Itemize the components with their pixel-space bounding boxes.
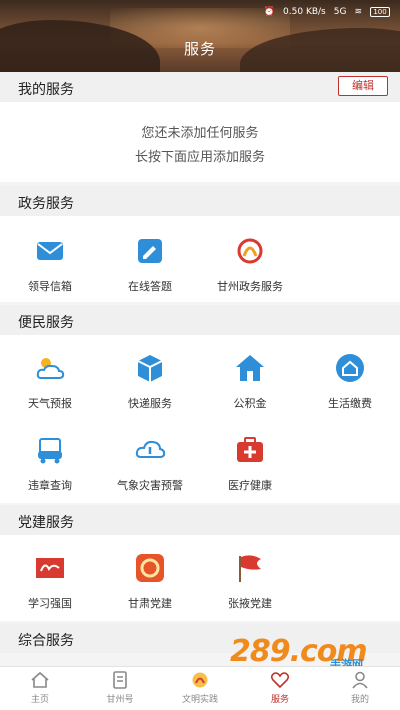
service-weather[interactable]: 天气预报 <box>0 351 100 411</box>
section-title: 党建服务 <box>18 515 74 531</box>
party-flag-icon <box>239 555 261 582</box>
life-services-header: 便民服务 <box>0 305 400 335</box>
profile-icon <box>352 671 368 689</box>
party-services-panel: 学习强国 甘肃党建 张掖党建 <box>0 535 400 621</box>
home-bill-icon <box>336 354 364 382</box>
cloud-warning-icon <box>135 440 166 458</box>
network-speed: 0.50 KB/s <box>283 7 326 17</box>
service-traffic-violation[interactable]: 违章查询 <box>0 433 100 493</box>
tab-label: 主页 <box>30 695 49 705</box>
service-medical-health[interactable]: 医疗健康 <box>200 433 300 493</box>
service-life-payment[interactable]: 生活缴费 <box>300 351 400 411</box>
tile-label: 甘肃党建 <box>128 597 172 610</box>
service-zhangye-party[interactable]: 张掖党建 <box>200 551 300 611</box>
medical-kit-icon <box>237 437 263 462</box>
tile-label: 领导信箱 <box>28 280 72 293</box>
tile-label: 在线答题 <box>128 280 172 293</box>
house-fund-icon <box>236 355 264 381</box>
page-title: 服务 <box>183 40 216 58</box>
gov-services-panel: 领导信箱 在线答题 甘州政务服务 <box>0 216 400 302</box>
service-gansu-party[interactable]: 甘肃党建 <box>100 551 200 611</box>
life-services-panel: 天气预报 快递服务 公积金 生活缴费 违章查询 气象灾害预警 医疗健康 <box>0 335 400 503</box>
tile-label: 张掖党建 <box>228 597 272 610</box>
section-title: 综合服务 <box>18 633 74 649</box>
tab-home[interactable]: 主页 <box>0 671 80 705</box>
tab-label: 我的 <box>350 695 369 705</box>
mail-icon <box>37 242 63 260</box>
tile-label: 违章查询 <box>28 479 72 492</box>
wifi-icon: ≋ <box>354 7 362 17</box>
service-express[interactable]: 快递服务 <box>100 351 200 411</box>
car-violation-icon <box>38 438 62 464</box>
tab-mine[interactable]: 我的 <box>320 671 400 705</box>
weather-icon <box>36 358 65 379</box>
tile-label: 快递服务 <box>128 397 172 410</box>
tab-services[interactable]: 服务 <box>240 671 320 705</box>
gansu-party-icon <box>136 554 164 582</box>
service-online-quiz[interactable]: 在线答题 <box>100 234 200 294</box>
home-icon <box>31 671 49 688</box>
tab-label: 文明实践 <box>181 695 218 705</box>
service-weather-warning[interactable]: 气象灾害预警 <box>100 433 200 493</box>
empty-message-line2: 长按下面应用添加服务 <box>134 150 265 165</box>
tile-label: 甘州政务服务 <box>217 280 283 293</box>
service-xuexi-qiangguo[interactable]: 学习强国 <box>0 551 100 611</box>
tile-label: 学习强国 <box>28 597 72 610</box>
bottom-tab-bar: 主页 甘州号 文明实践 服务 我的 <box>0 666 400 710</box>
section-title: 便民服务 <box>18 315 74 331</box>
doc-icon <box>113 671 127 689</box>
my-services-header: 我的服务 编辑 <box>0 72 400 102</box>
service-ganzhou-gov[interactable]: 甘州政务服务 <box>200 234 300 294</box>
section-title: 我的服务 <box>18 82 74 98</box>
section-title: 政务服务 <box>18 196 74 212</box>
alarm-icon: ⏰ <box>263 7 276 17</box>
battery-icon: 100 <box>370 7 390 17</box>
service-leader-mailbox[interactable]: 领导信箱 <box>0 234 100 294</box>
header-banner: ⏰ 0.50 KB/s 5G ≋ 100 服务 <box>0 0 400 72</box>
status-bar: ⏰ 0.50 KB/s 5G ≋ 100 <box>264 4 390 20</box>
network-type: 5G <box>333 7 347 17</box>
edit-button[interactable]: 编辑 <box>338 76 388 96</box>
tile-label: 天气预报 <box>28 397 72 410</box>
tab-label: 服务 <box>270 695 289 705</box>
tab-ganzhou-hao[interactable]: 甘州号 <box>80 671 160 705</box>
tile-label: 医疗健康 <box>228 479 272 492</box>
practice-logo-icon <box>192 672 208 688</box>
package-icon <box>137 355 163 382</box>
heart-service-icon <box>270 672 290 689</box>
tab-label: 甘州号 <box>106 695 134 705</box>
edit-note-icon <box>138 239 162 263</box>
tile-label: 气象灾害预警 <box>117 479 183 492</box>
xuexi-logo-icon <box>36 558 64 578</box>
tile-label: 公积金 <box>233 397 267 410</box>
party-services-header: 党建服务 <box>0 505 400 535</box>
gov-logo-icon <box>237 238 263 264</box>
empty-message-line1: 您还未添加任何服务 <box>141 126 259 141</box>
tab-civilization-practice[interactable]: 文明实践 <box>160 671 240 705</box>
service-housing-fund[interactable]: 公积金 <box>200 351 300 411</box>
gov-services-header: 政务服务 <box>0 186 400 216</box>
tile-label: 生活缴费 <box>328 397 372 410</box>
my-services-panel: 您还未添加任何服务 长按下面应用添加服务 <box>0 102 400 182</box>
